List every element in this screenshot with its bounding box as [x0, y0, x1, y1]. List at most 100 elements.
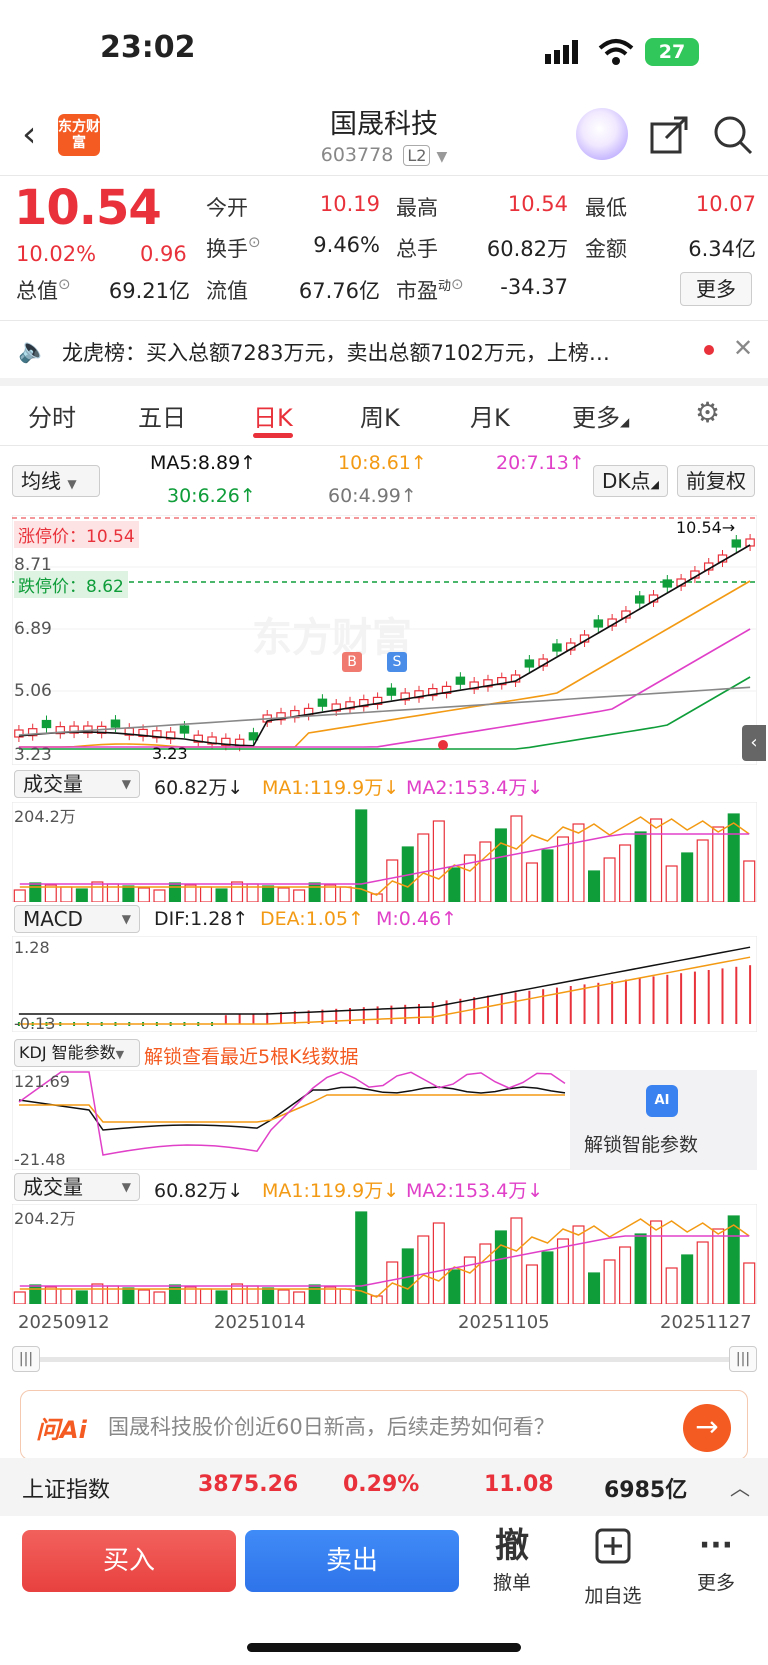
tab-weekly-k[interactable]: 周K	[360, 398, 400, 433]
search-icon[interactable]	[712, 114, 754, 156]
macd-chart[interactable]: 1.28 -0.13	[11, 935, 758, 1033]
volume-bar	[60, 886, 73, 903]
tab-intraday[interactable]: 分时	[28, 398, 76, 433]
x-axis-label: 20251014	[214, 1312, 306, 1333]
share-icon[interactable]	[648, 114, 690, 156]
volume2-chart[interactable]: 204.2万	[11, 1203, 758, 1305]
buy-signal-marker[interactable]: B	[342, 652, 362, 672]
change-pct: 10.02%	[16, 242, 97, 266]
adjust-button[interactable]: 前复权	[677, 465, 755, 497]
slider-right-handle[interactable]: |||	[729, 1346, 757, 1372]
sell-signal-marker[interactable]: S	[387, 652, 407, 672]
candle	[731, 539, 742, 548]
y-label-5: 3.23	[14, 745, 52, 765]
gear-icon[interactable]: ⚙	[695, 396, 720, 429]
kdj-lock-overlay[interactable]: AI 解锁智能参数	[570, 1070, 757, 1170]
volume-bar	[556, 1238, 570, 1305]
caret-icon: ◢	[620, 415, 630, 429]
volume2-ma2: MA2:153.4万↓	[406, 1180, 544, 1202]
candle	[41, 719, 52, 729]
volume-bar	[293, 1291, 306, 1305]
amount-value: 6.34亿	[688, 237, 756, 261]
volume-bar	[417, 1235, 430, 1305]
volume2-selector[interactable]: 成交量 ▼	[14, 1173, 140, 1201]
x-axis-label: 20251127	[660, 1312, 752, 1333]
candle	[317, 698, 328, 707]
last-price: 10.54	[14, 180, 162, 236]
volume-bar	[417, 833, 430, 903]
slider-left-handle[interactable]: |||	[12, 1346, 40, 1372]
collapse-icon[interactable]: ‹	[742, 725, 766, 761]
sell-button[interactable]: 卖出	[245, 1530, 459, 1592]
volume-bar	[168, 1284, 182, 1305]
kdj-unlock-text[interactable]: 解锁查看最近5根K线数据	[144, 1042, 359, 1069]
ma-selector[interactable]: 均线 ▼	[12, 465, 100, 497]
volume-bar	[665, 1267, 678, 1305]
buy-button[interactable]: 买入	[22, 1530, 236, 1592]
chevron-up-icon[interactable]: ︿	[730, 1472, 750, 1501]
pe-label[interactable]: 市盈动⊙	[396, 275, 464, 305]
volume-bar	[91, 881, 104, 903]
tab-underline	[253, 433, 293, 438]
change-amount: 0.96	[140, 242, 187, 266]
volume-bar	[634, 831, 647, 903]
ai-logo: 问Ai	[36, 1416, 87, 1444]
volume-bar	[137, 887, 150, 903]
battery-icon: 27	[645, 38, 699, 66]
open-label: 今开	[206, 196, 248, 220]
tab-five-day[interactable]: 五日	[138, 398, 186, 433]
close-icon[interactable]: ✕	[733, 334, 753, 362]
tab-monthly-k[interactable]: 月K	[470, 398, 510, 433]
volume-bar	[122, 885, 135, 903]
kdj-selector[interactable]: KDJ 智能参数▼	[14, 1039, 140, 1067]
turnover-label[interactable]: 换手⊙	[206, 233, 261, 263]
volume-bar	[29, 1284, 42, 1305]
info-icon: ⊙	[248, 233, 261, 251]
notice-dot	[704, 345, 714, 355]
ma20-legend: 20:7.13↑	[496, 452, 585, 474]
kdj-chart[interactable]: 121.69 -21.48 AI 解锁智能参数	[11, 1069, 758, 1171]
volume-bar	[231, 1283, 244, 1305]
kdj-y-max: 121.69	[14, 1072, 70, 1091]
volume-bar	[448, 1269, 461, 1305]
tab-more[interactable]: 更多◢	[572, 398, 629, 433]
more-button[interactable]: 更多	[680, 272, 752, 306]
kline-chart[interactable]: 东方财富 涨停价：10.54 跌停价：8.62 8.71 6.89 5.06 3…	[12, 515, 766, 765]
volume-bar	[262, 1287, 275, 1305]
volume-bar	[339, 886, 352, 903]
volume-bar	[339, 1288, 352, 1305]
volume-bar	[277, 887, 290, 903]
cancel-order-button[interactable]: 撤 撤单	[482, 1524, 542, 1595]
volume-bar	[29, 882, 42, 903]
tab-daily-k[interactable]: 日K	[253, 398, 293, 433]
volume-selector[interactable]: 成交量 ▼	[14, 770, 140, 798]
level-badge: L2	[403, 145, 431, 166]
add-watchlist-button[interactable]: 加自选	[578, 1524, 648, 1608]
limit-down-label: 跌停价：8.62	[14, 571, 128, 598]
arrow-right-icon[interactable]: →	[683, 1404, 731, 1452]
volume-bar	[432, 820, 445, 903]
unlock-smart-params[interactable]: 解锁智能参数	[584, 1130, 698, 1157]
event-dot[interactable]	[438, 740, 448, 750]
volume-y-max: 204.2万	[14, 807, 76, 826]
volume-bar	[727, 813, 740, 903]
ma60-legend: 60:4.99↑	[328, 485, 417, 507]
volume-bar	[510, 815, 523, 903]
assistant-avatar[interactable]	[576, 108, 628, 160]
volume-bar	[525, 862, 538, 903]
macd-m: M:0.46↑	[376, 908, 458, 930]
macd-selector[interactable]: MACD ▼	[14, 905, 140, 933]
index-amount: 6985亿	[604, 1478, 688, 1503]
more-actions-button[interactable]: ··· 更多	[686, 1524, 746, 1595]
dk-point-button[interactable]: DK点◢	[593, 465, 668, 497]
ai-question[interactable]: 国晟科技股价创近60日新高，后续走势如何看？	[108, 1411, 555, 1441]
volume-bar	[587, 870, 601, 903]
macd-dif: DIF:1.28↑	[154, 908, 249, 930]
volume-chart[interactable]: 204.2万	[11, 801, 758, 903]
cancel-icon: 撤	[495, 1526, 529, 1566]
home-indicator	[247, 1643, 521, 1652]
range-slider[interactable]: ||| |||	[12, 1346, 757, 1372]
volume-bar	[479, 841, 492, 903]
mktcap-label[interactable]: 总值⊙	[16, 275, 71, 305]
volume-bar	[587, 1272, 601, 1305]
